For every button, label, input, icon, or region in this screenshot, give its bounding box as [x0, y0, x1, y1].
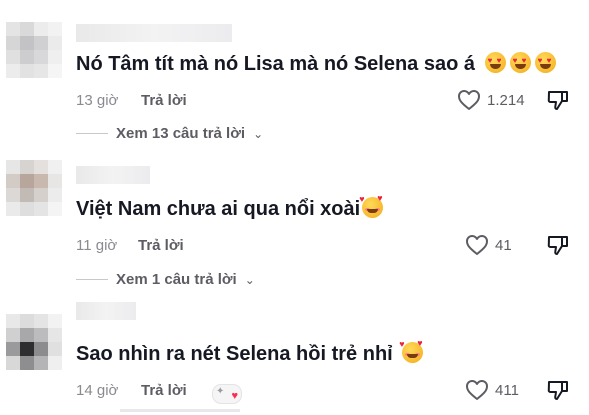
heart-outline-icon: [466, 235, 488, 255]
comment-text-content: Sao nhìn ra nét Selena hồi trẻ nhỉ: [76, 343, 393, 365]
avatar[interactable]: [6, 22, 62, 78]
comment-text: Việt Nam chưa ai qua nổi xoài ♥ ♥: [76, 194, 384, 221]
smiling-face-with-hearts-emoji: ♥ ♥: [399, 339, 424, 363]
heart-outline-icon: [466, 380, 488, 400]
dislike-icon[interactable]: [546, 234, 570, 256]
comment-time: 13 giờ: [76, 92, 119, 109]
view-replies-text: Xem 13 câu trả lời: [116, 125, 246, 142]
like-count: 41: [495, 236, 512, 254]
avatar[interactable]: [6, 160, 62, 216]
comment-time: 11 giờ: [76, 237, 118, 254]
heart-eyes-emoji: ♥ ♥: [484, 52, 506, 73]
comment-text: Sao nhìn ra nét Selena hồi trẻ nhỉ ♥ ♥: [76, 339, 424, 366]
reply-button[interactable]: Trả lời: [138, 237, 184, 254]
view-replies-text: Xem 1 câu trả lời: [116, 271, 237, 288]
chevron-down-icon: ⌄: [244, 272, 255, 287]
username-blurred[interactable]: [76, 302, 136, 320]
chevron-down-icon: ⌄: [253, 126, 264, 141]
dislike-icon[interactable]: [546, 379, 570, 401]
heart-outline-icon: [458, 90, 480, 110]
avatar[interactable]: [6, 314, 62, 370]
divider-line: [76, 133, 108, 134]
like-button[interactable]: 41: [465, 234, 512, 256]
comment-text-content: Nó Tâm tít mà nó Lisa mà nó Selena sao á: [76, 53, 475, 75]
like-button[interactable]: 1.214: [457, 89, 525, 111]
reply-button[interactable]: Trả lời: [141, 382, 187, 399]
view-replies-button[interactable]: Xem 1 câu trả lời ⌄: [76, 271, 255, 288]
like-count: 411: [495, 381, 519, 399]
comment-text-content: Việt Nam chưa ai qua nổi xoài: [76, 198, 361, 220]
smiling-face-with-hearts-emoji: ♥ ♥: [359, 194, 384, 218]
heart-icon: ♥: [231, 390, 238, 402]
view-replies-button[interactable]: Xem 13 câu trả lời ⌄: [76, 125, 263, 142]
comment-time: 14 giờ: [76, 382, 119, 399]
like-button[interactable]: 411: [465, 379, 519, 401]
username-blurred[interactable]: [76, 166, 150, 184]
next-comment-peek: [120, 409, 240, 412]
reply-button[interactable]: Trả lời: [141, 92, 187, 109]
dislike-icon[interactable]: [546, 89, 570, 111]
heart-eyes-emoji: ♥ ♥: [534, 52, 556, 73]
comment-text: Nó Tâm tít mà nó Lisa mà nó Selena sao á…: [76, 52, 556, 76]
username-blurred[interactable]: [76, 24, 232, 42]
sparkle-icon: ✦: [216, 386, 225, 397]
like-count: 1.214: [487, 91, 525, 109]
divider-line: [76, 279, 108, 280]
creator-liked-badge: ✦ ♥: [212, 384, 242, 404]
heart-eyes-emoji: ♥ ♥: [509, 52, 531, 73]
